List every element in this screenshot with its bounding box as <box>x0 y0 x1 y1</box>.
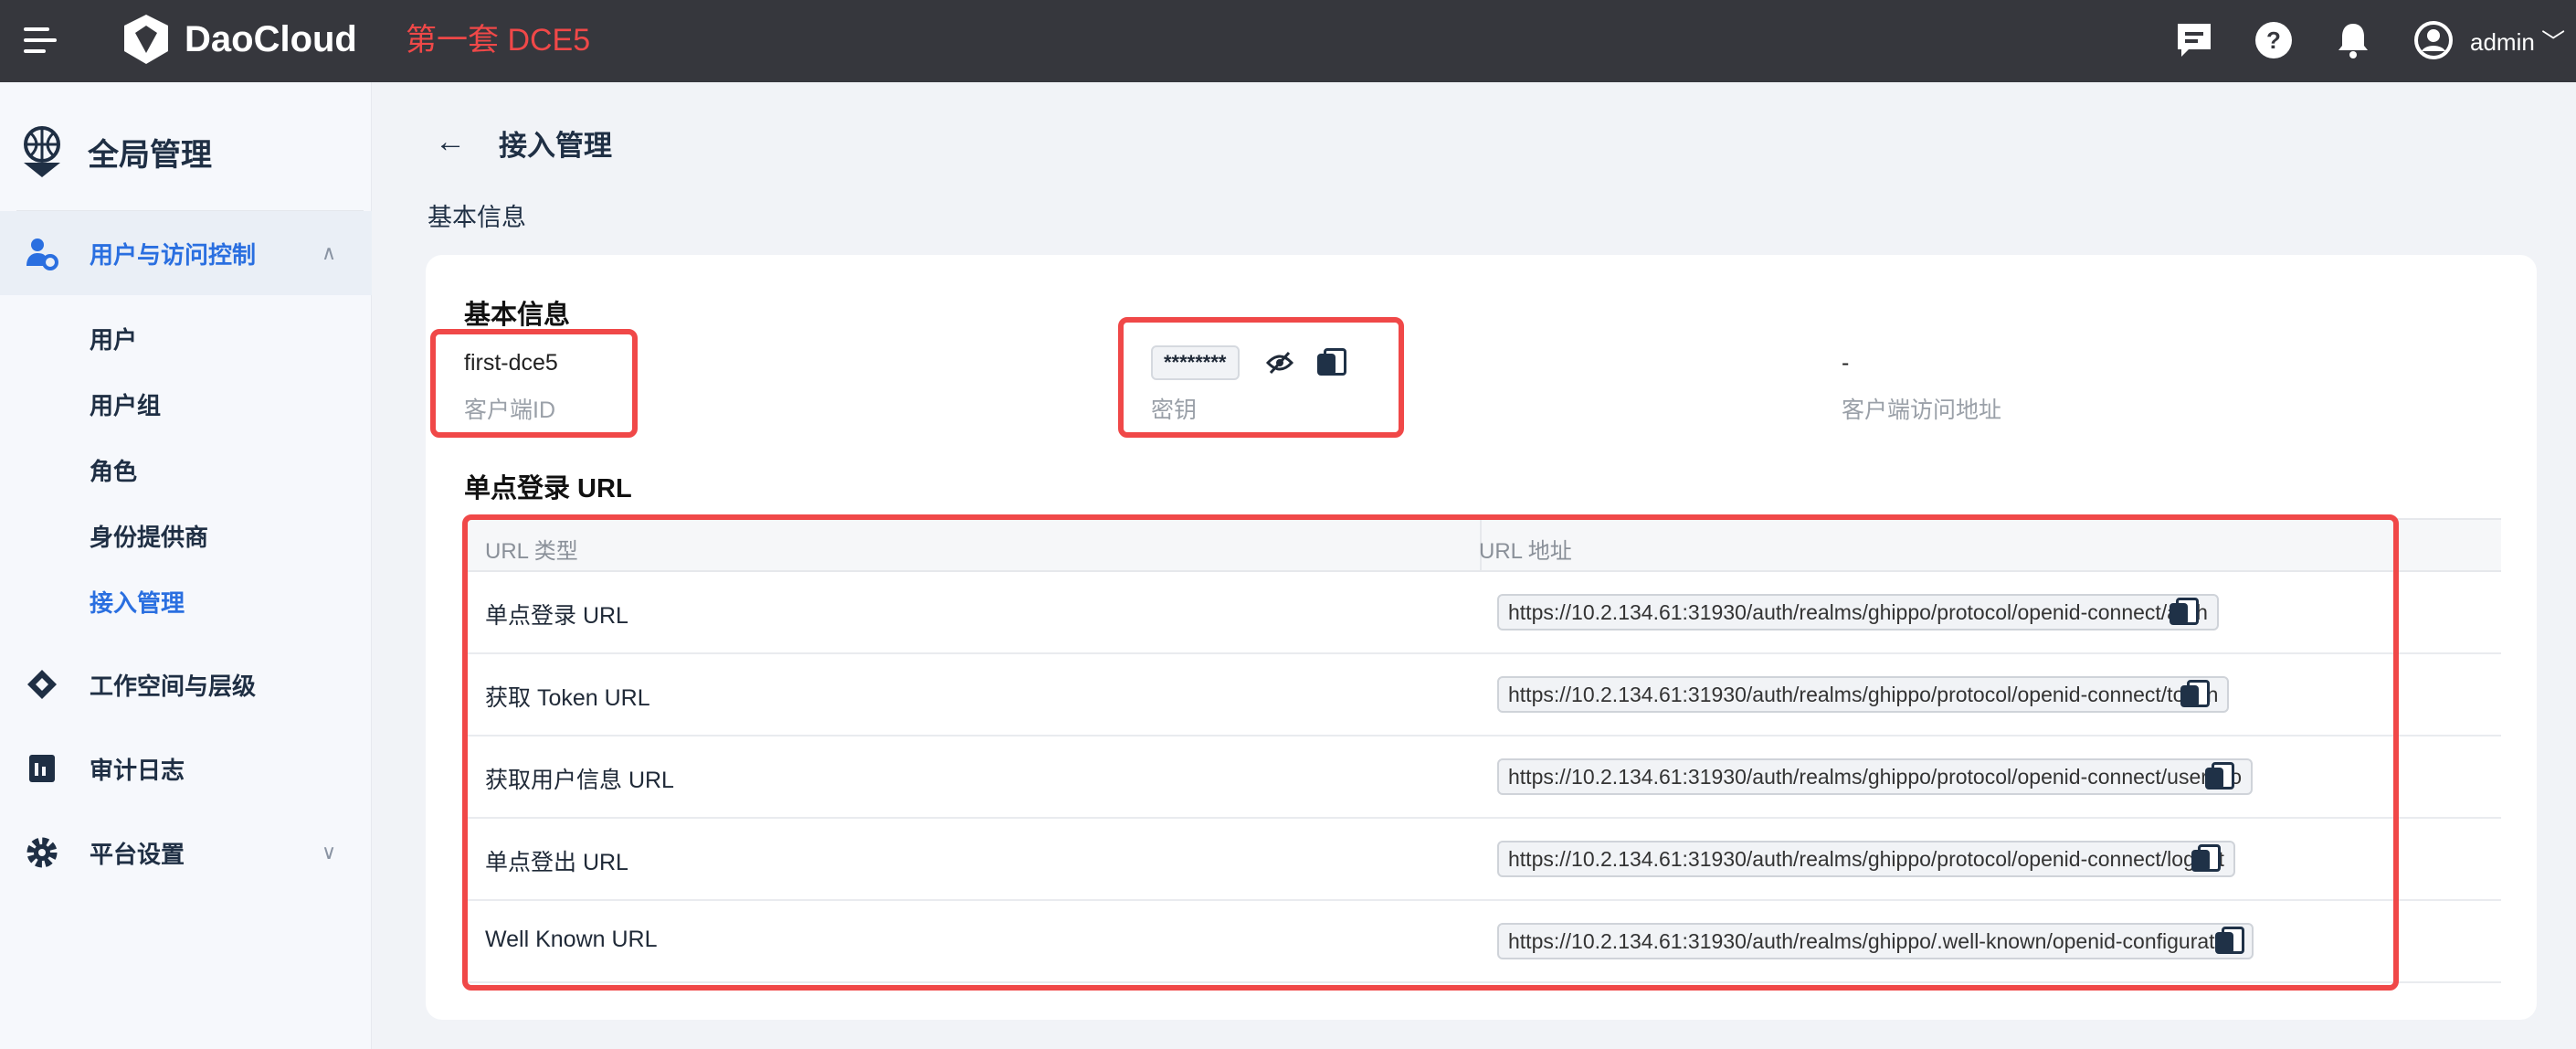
logo[interactable]: DaoCloud <box>121 13 357 66</box>
chevron-up-icon: ∧ <box>322 241 337 264</box>
sidebar-item-users[interactable]: 用户 <box>90 322 137 355</box>
user-menu[interactable]: admin ﹀ <box>2470 24 2565 58</box>
sidebar-section-label: 审计日志 <box>90 756 185 784</box>
sidebar-section-workspace[interactable]: 工作空间与层级 <box>0 642 372 726</box>
sidebar-section-platform-settings[interactable]: 平台设置 ∨ <box>0 811 372 895</box>
daocloud-logo-icon <box>124 15 168 64</box>
globe-icon <box>24 126 60 177</box>
sidebar-item-groups[interactable]: 用户组 <box>90 387 161 421</box>
bell-icon[interactable] <box>2333 20 2373 60</box>
card-title: 基本信息 <box>464 301 571 330</box>
top-bar: DaoCloud 第一套 DCE5 ? admin ﹀ <box>0 0 2576 82</box>
message-icon[interactable] <box>2174 20 2214 60</box>
page-title: 接入管理 <box>499 130 612 162</box>
highlight-box-secret <box>1118 317 1404 438</box>
workspace-icon <box>27 670 57 699</box>
sso-url-title: 单点登录 URL <box>464 474 632 503</box>
sidebar-section-label: 用户与访问控制 <box>90 240 257 269</box>
brand-name: DaoCloud <box>185 18 357 59</box>
sidebar: 全局管理 用户与访问控制 ∧ 用户 用户组 角色 身份提供商 接入管理 工作空间… <box>0 82 372 1049</box>
sidebar-section-user-access[interactable]: 用户与访问控制 ∧ <box>0 211 372 295</box>
sidebar-item-access-management[interactable]: 接入管理 <box>90 585 185 619</box>
sidebar-section-label: 平台设置 <box>90 840 185 868</box>
client-url-label: 客户端访问地址 <box>1842 397 2002 423</box>
sidebar-title: 全局管理 <box>88 138 212 173</box>
chevron-down-icon: ﹀ <box>2541 28 2566 56</box>
username: admin <box>2470 28 2535 56</box>
chevron-down-icon: ∨ <box>322 841 337 864</box>
help-icon[interactable]: ? <box>2254 20 2294 60</box>
highlight-box-client-id <box>430 329 638 438</box>
section-heading: 基本信息 <box>428 204 526 231</box>
sidebar-section-label: 工作空间与层级 <box>90 672 257 700</box>
user-gear-icon <box>26 238 58 270</box>
svg-text:?: ? <box>2266 26 2281 54</box>
back-arrow-icon[interactable]: ← <box>435 124 466 160</box>
highlight-box-sso-table <box>462 514 2399 991</box>
audit-log-icon <box>29 755 55 782</box>
environment-label: 第一套 DCE5 <box>406 23 591 58</box>
menu-icon[interactable] <box>24 27 57 53</box>
user-avatar-icon[interactable] <box>2413 20 2454 60</box>
gear-icon <box>26 837 58 868</box>
sidebar-item-roles[interactable]: 角色 <box>90 453 137 487</box>
sidebar-item-identity-providers[interactable]: 身份提供商 <box>90 519 208 553</box>
client-url-value: - <box>1842 350 1850 376</box>
sidebar-section-audit-log[interactable]: 审计日志 <box>0 726 372 811</box>
